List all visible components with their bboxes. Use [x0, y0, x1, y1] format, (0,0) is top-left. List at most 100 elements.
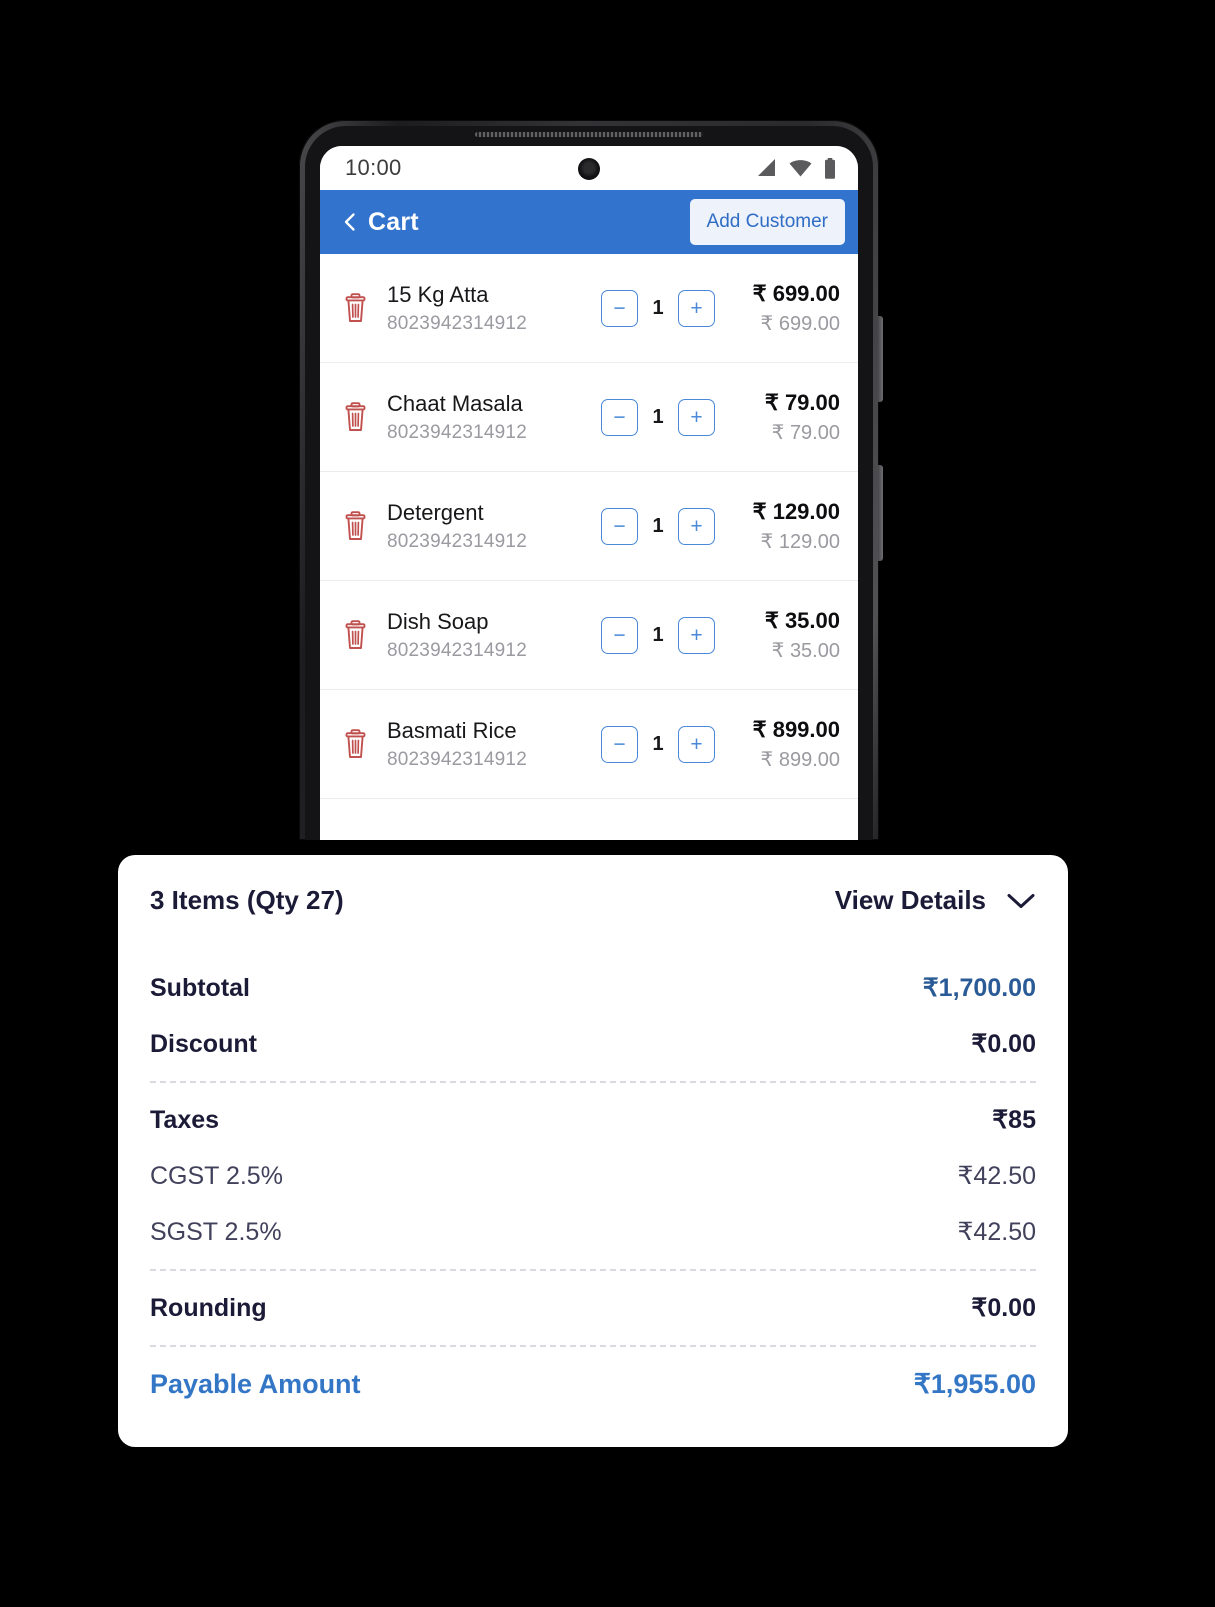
cart-item-info: Chaat Masala 8023942314912	[387, 390, 599, 444]
cart-item-name: Chaat Masala	[387, 391, 523, 417]
increment-quantity-button[interactable]: +	[678, 725, 715, 763]
power-button[interactable]	[878, 465, 883, 561]
phone-screen: 10:00 Cart Add Customer 15 Kg Atta 80239…	[320, 146, 858, 840]
cart-item-info: 15 Kg Atta 8023942314912	[387, 281, 599, 335]
quantity-value: 1	[652, 405, 664, 428]
taxes-value: ₹85	[992, 1106, 1036, 1134]
decrement-quantity-button[interactable]: −	[601, 398, 638, 436]
cart-item-sku: 8023942314912	[387, 312, 527, 334]
cart-item-row: Basmati Rice 8023942314912−1 + ₹ 899.00 ₹ 89…	[320, 690, 858, 799]
divider	[150, 1269, 1036, 1271]
status-time: 10:00	[345, 155, 402, 180]
cart-item-line-total: ₹ 699.00	[760, 312, 840, 335]
summary-header: 3 Items (Qty 27) View Details	[150, 885, 1036, 916]
subtotal-label: Subtotal	[150, 974, 250, 1002]
quantity-value: 1	[652, 296, 664, 319]
quantity-value: 1	[652, 732, 664, 755]
cart-item-prices: ₹ 699.00 ₹ 699.00	[753, 281, 840, 336]
summary-row-taxes: Taxes ₹85	[150, 1092, 1036, 1148]
front-camera-icon	[578, 158, 600, 180]
cart-item-sku: 8023942314912	[387, 639, 527, 661]
cart-item-prices: ₹ 129.00 ₹ 129.00	[753, 499, 840, 554]
rounding-label: Rounding	[150, 1294, 267, 1322]
decrement-quantity-button[interactable]: −	[601, 507, 638, 545]
discount-value: ₹0.00	[971, 1030, 1036, 1058]
summary-row-sgst: SGST 2.5% ₹42.50	[150, 1204, 1036, 1260]
divider	[150, 1345, 1036, 1347]
sgst-label: SGST 2.5%	[150, 1218, 282, 1246]
signal-icon	[758, 159, 775, 176]
sgst-value: ₹42.50	[957, 1218, 1036, 1246]
decrement-quantity-button[interactable]: −	[601, 616, 638, 654]
cart-item-list: 15 Kg Atta 8023942314912−1 + ₹ 699.00 ₹ 699.…	[320, 254, 858, 799]
quantity-value: 1	[652, 514, 664, 537]
trash-icon[interactable]	[342, 511, 369, 541]
payable-amount-label: Payable Amount	[150, 1369, 361, 1399]
cart-item-sku: 8023942314912	[387, 748, 527, 770]
trash-icon[interactable]	[342, 402, 369, 432]
cart-item-row: Dish Soap 8023942314912 −1 + ₹ 35.00 ₹ 35.00	[320, 581, 858, 690]
cart-item-sku: 8023942314912	[387, 530, 527, 552]
increment-quantity-button[interactable]: +	[678, 616, 715, 654]
cart-item-line-total: ₹ 899.00	[760, 748, 840, 771]
cart-item-prices: ₹ 899.00 ₹ 899.00	[753, 717, 840, 772]
divider	[150, 1081, 1036, 1083]
chevron-left-icon[interactable]	[340, 212, 360, 232]
decrement-quantity-button[interactable]: −	[601, 725, 638, 763]
chevron-down-icon	[1007, 893, 1035, 908]
summary-row-cgst: CGST 2.5% ₹42.50	[150, 1148, 1036, 1204]
cart-item-price: ₹ 79.00	[764, 389, 840, 415]
quantity-stepper: −1 +	[601, 725, 715, 763]
quantity-stepper: −1 +	[601, 507, 715, 545]
decrement-quantity-button[interactable]: −	[601, 289, 638, 327]
cgst-label: CGST 2.5%	[150, 1162, 283, 1190]
cart-item-info: Dish Soap 8023942314912	[387, 608, 599, 662]
cart-item-row: 15 Kg Atta 8023942314912−1 + ₹ 699.00 ₹ 699.…	[320, 254, 858, 363]
cart-item-price: ₹ 699.00	[752, 280, 840, 306]
volume-button[interactable]	[878, 316, 883, 402]
taxes-label: Taxes	[150, 1106, 220, 1134]
trash-icon[interactable]	[342, 293, 369, 323]
cart-item-row: Chaat Masala 8023942314912−1 + ₹ 79.00 ₹ 79.…	[320, 363, 858, 472]
items-count-label: 3 Items (Qty 27)	[150, 885, 344, 915]
phone-device: 10:00 Cart Add Customer 15 Kg Atta 80239…	[299, 120, 883, 840]
cart-item-prices: ₹ 35.00 ₹ 35.00	[765, 608, 840, 663]
status-bar: 10:00	[320, 146, 858, 190]
app-bar: Cart Add Customer	[320, 190, 858, 254]
trash-icon[interactable]	[342, 729, 369, 759]
increment-quantity-button[interactable]: +	[678, 289, 715, 327]
cart-item-name: Detergent	[387, 500, 484, 526]
add-customer-button[interactable]: Add Customer	[689, 199, 845, 245]
cart-item-info: Detergent 8023942314912	[387, 499, 599, 553]
summary-row-rounding: Rounding ₹0.00	[150, 1280, 1036, 1336]
quantity-stepper: −1 +	[601, 289, 715, 327]
payable-amount-value: ₹1,955.00	[913, 1369, 1036, 1399]
cgst-value: ₹42.50	[957, 1162, 1036, 1190]
cart-item-row: Detergent 8023942314912−1 + ₹ 129.00 ₹ 129.0…	[320, 472, 858, 581]
rounding-value: ₹0.00	[971, 1294, 1036, 1322]
cart-item-line-total: ₹ 129.00	[760, 530, 840, 553]
cart-item-prices: ₹ 79.00 ₹ 79.00	[765, 390, 840, 445]
wifi-icon	[789, 160, 812, 177]
discount-label: Discount	[150, 1030, 257, 1058]
view-details-label: View Details	[834, 885, 986, 915]
order-summary-sheet: 3 Items (Qty 27) View Details Subtotal ₹…	[118, 855, 1068, 1447]
summary-row-discount: Discount ₹0.00	[150, 1016, 1036, 1072]
increment-quantity-button[interactable]: +	[678, 507, 715, 545]
cart-item-price: ₹ 129.00	[752, 498, 840, 524]
battery-icon	[825, 157, 835, 179]
cart-item-name: 15 Kg Atta	[387, 282, 489, 308]
earpiece-speaker	[475, 132, 703, 137]
cart-item-info: Basmati Rice 8023942314912	[387, 717, 599, 771]
trash-icon[interactable]	[342, 620, 369, 650]
page-title: Cart	[368, 207, 419, 236]
status-icon-group	[754, 157, 836, 179]
cart-item-name: Dish Soap	[387, 609, 489, 635]
summary-row-subtotal: Subtotal ₹1,700.00	[150, 960, 1036, 1016]
quantity-stepper: −1 +	[601, 398, 715, 436]
cart-item-line-total: ₹ 35.00	[771, 639, 840, 662]
cart-item-price: ₹ 899.00	[752, 716, 840, 742]
cart-item-price: ₹ 35.00	[764, 607, 840, 633]
increment-quantity-button[interactable]: +	[678, 398, 715, 436]
view-details-button[interactable]: View Details	[835, 885, 1036, 916]
